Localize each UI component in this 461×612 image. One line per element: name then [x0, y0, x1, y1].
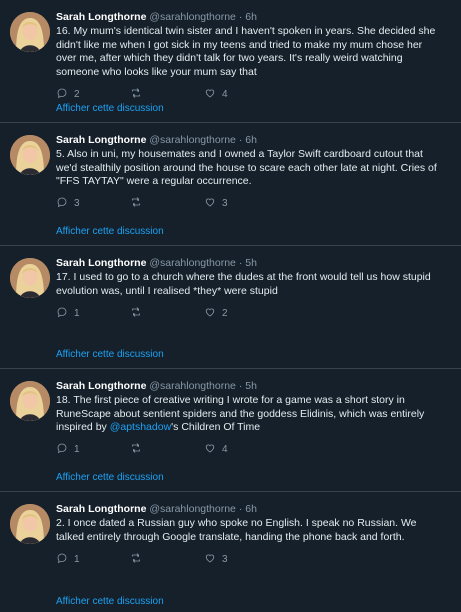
reply-button[interactable]: 1 [56, 306, 130, 321]
author-name[interactable]: Sarah Longthorne [56, 11, 146, 23]
like-count: 4 [222, 444, 228, 456]
like-count: 4 [222, 88, 228, 100]
tweet-header: Sarah Longthorne @sarahlongthorne · 6h [56, 133, 451, 147]
reply-count: 1 [74, 307, 80, 319]
tweet-actions: 1 2 [56, 306, 451, 320]
separator: · [238, 134, 243, 146]
retweet-icon [130, 306, 142, 321]
show-thread-link[interactable]: Afficher cette discussion [56, 103, 164, 114]
reply-icon [56, 306, 68, 321]
like-count: 3 [222, 553, 228, 565]
tweet[interactable]: Sarah Longthorne @sarahlongthorne · 5h 1… [0, 246, 461, 369]
separator: · [238, 503, 243, 515]
like-icon [204, 442, 216, 457]
avatar[interactable] [10, 504, 50, 544]
retweet-icon [130, 552, 142, 567]
timestamp[interactable]: 6h [245, 11, 257, 23]
retweet-icon [130, 196, 142, 211]
reply-icon [56, 442, 68, 457]
tweet-actions: 3 3 [56, 197, 451, 211]
separator: · [238, 11, 243, 23]
author-name[interactable]: Sarah Longthorne [56, 257, 146, 269]
author-handle[interactable]: @sarahlongthorne [149, 134, 236, 146]
tweet[interactable]: Sarah Longthorne @sarahlongthorne · 6h 5… [0, 123, 461, 246]
reply-count: 2 [74, 88, 80, 100]
author-handle[interactable]: @sarahlongthorne [149, 503, 236, 515]
retweet-button[interactable] [130, 87, 204, 102]
tweet[interactable]: Sarah Longthorne @sarahlongthorne · 6h 2… [0, 492, 461, 612]
tweet-actions: 2 4 [56, 87, 451, 101]
reply-icon [56, 87, 68, 102]
retweet-button[interactable] [130, 552, 204, 567]
tweet-header: Sarah Longthorne @sarahlongthorne · 5h [56, 379, 451, 393]
tweet-actions: 1 3 [56, 552, 451, 566]
like-icon [204, 552, 216, 567]
reply-button[interactable]: 1 [56, 442, 130, 457]
reply-button[interactable]: 1 [56, 552, 130, 567]
separator: · [238, 257, 243, 269]
like-button[interactable]: 3 [204, 552, 278, 567]
retweet-icon [130, 87, 142, 102]
timestamp[interactable]: 6h [245, 503, 257, 515]
tweet-text: 16. My mum's identical twin sister and I… [56, 25, 436, 78]
timestamp[interactable]: 5h [245, 380, 257, 392]
retweet-button[interactable] [130, 196, 204, 211]
author-name[interactable]: Sarah Longthorne [56, 503, 146, 515]
reply-count: 1 [74, 553, 80, 565]
like-icon [204, 306, 216, 321]
author-name[interactable]: Sarah Longthorne [56, 380, 146, 392]
like-button[interactable]: 4 [204, 442, 278, 457]
tweet[interactable]: Sarah Longthorne @sarahlongthorne · 5h 1… [0, 369, 461, 492]
retweet-button[interactable] [130, 306, 204, 321]
author-handle[interactable]: @sarahlongthorne [149, 380, 236, 392]
tweet-text-after: 's Children Of Time [171, 421, 261, 434]
tweet-text: 5. Also in uni, my housemates and I owne… [56, 148, 437, 188]
avatar[interactable] [10, 381, 50, 421]
mention-link[interactable]: @aptshadow [110, 421, 171, 433]
reply-button[interactable]: 2 [56, 87, 130, 102]
like-count: 2 [222, 307, 228, 319]
tweet-header: Sarah Longthorne @sarahlongthorne · 6h [56, 10, 451, 24]
tweet-text: 17. I used to go to a church where the d… [56, 271, 431, 297]
tweet-actions: 1 4 [56, 443, 451, 457]
show-thread-link[interactable]: Afficher cette discussion [56, 596, 164, 607]
like-icon [204, 196, 216, 211]
separator: · [238, 380, 243, 392]
show-thread-link[interactable]: Afficher cette discussion [56, 226, 164, 237]
reply-icon [56, 552, 68, 567]
like-button[interactable]: 3 [204, 196, 278, 211]
author-handle[interactable]: @sarahlongthorne [149, 11, 236, 23]
author-name[interactable]: Sarah Longthorne [56, 134, 146, 146]
tweet-header: Sarah Longthorne @sarahlongthorne · 6h [56, 502, 451, 516]
tweet-feed: Sarah Longthorne @sarahlongthorne · 6h 1… [0, 0, 461, 612]
timestamp[interactable]: 5h [245, 257, 257, 269]
reply-icon [56, 196, 68, 211]
like-icon [204, 87, 216, 102]
retweet-button[interactable] [130, 442, 204, 457]
reply-button[interactable]: 3 [56, 196, 130, 211]
like-count: 3 [222, 198, 228, 210]
timestamp[interactable]: 6h [245, 134, 257, 146]
like-button[interactable]: 2 [204, 306, 278, 321]
avatar[interactable] [10, 12, 50, 52]
tweet[interactable]: Sarah Longthorne @sarahlongthorne · 6h 1… [0, 0, 461, 123]
avatar[interactable] [10, 258, 50, 298]
like-button[interactable]: 4 [204, 87, 278, 102]
tweet-header: Sarah Longthorne @sarahlongthorne · 5h [56, 256, 451, 270]
tweet-text: 2. I once dated a Russian guy who spoke … [56, 517, 417, 543]
retweet-icon [130, 442, 142, 457]
reply-count: 1 [74, 444, 80, 456]
tweet-text: 18. The first piece of creative writing … [56, 394, 451, 435]
avatar[interactable] [10, 135, 50, 175]
show-thread-link[interactable]: Afficher cette discussion [56, 472, 164, 483]
reply-count: 3 [74, 198, 80, 210]
author-handle[interactable]: @sarahlongthorne [149, 257, 236, 269]
show-thread-link[interactable]: Afficher cette discussion [56, 349, 164, 360]
